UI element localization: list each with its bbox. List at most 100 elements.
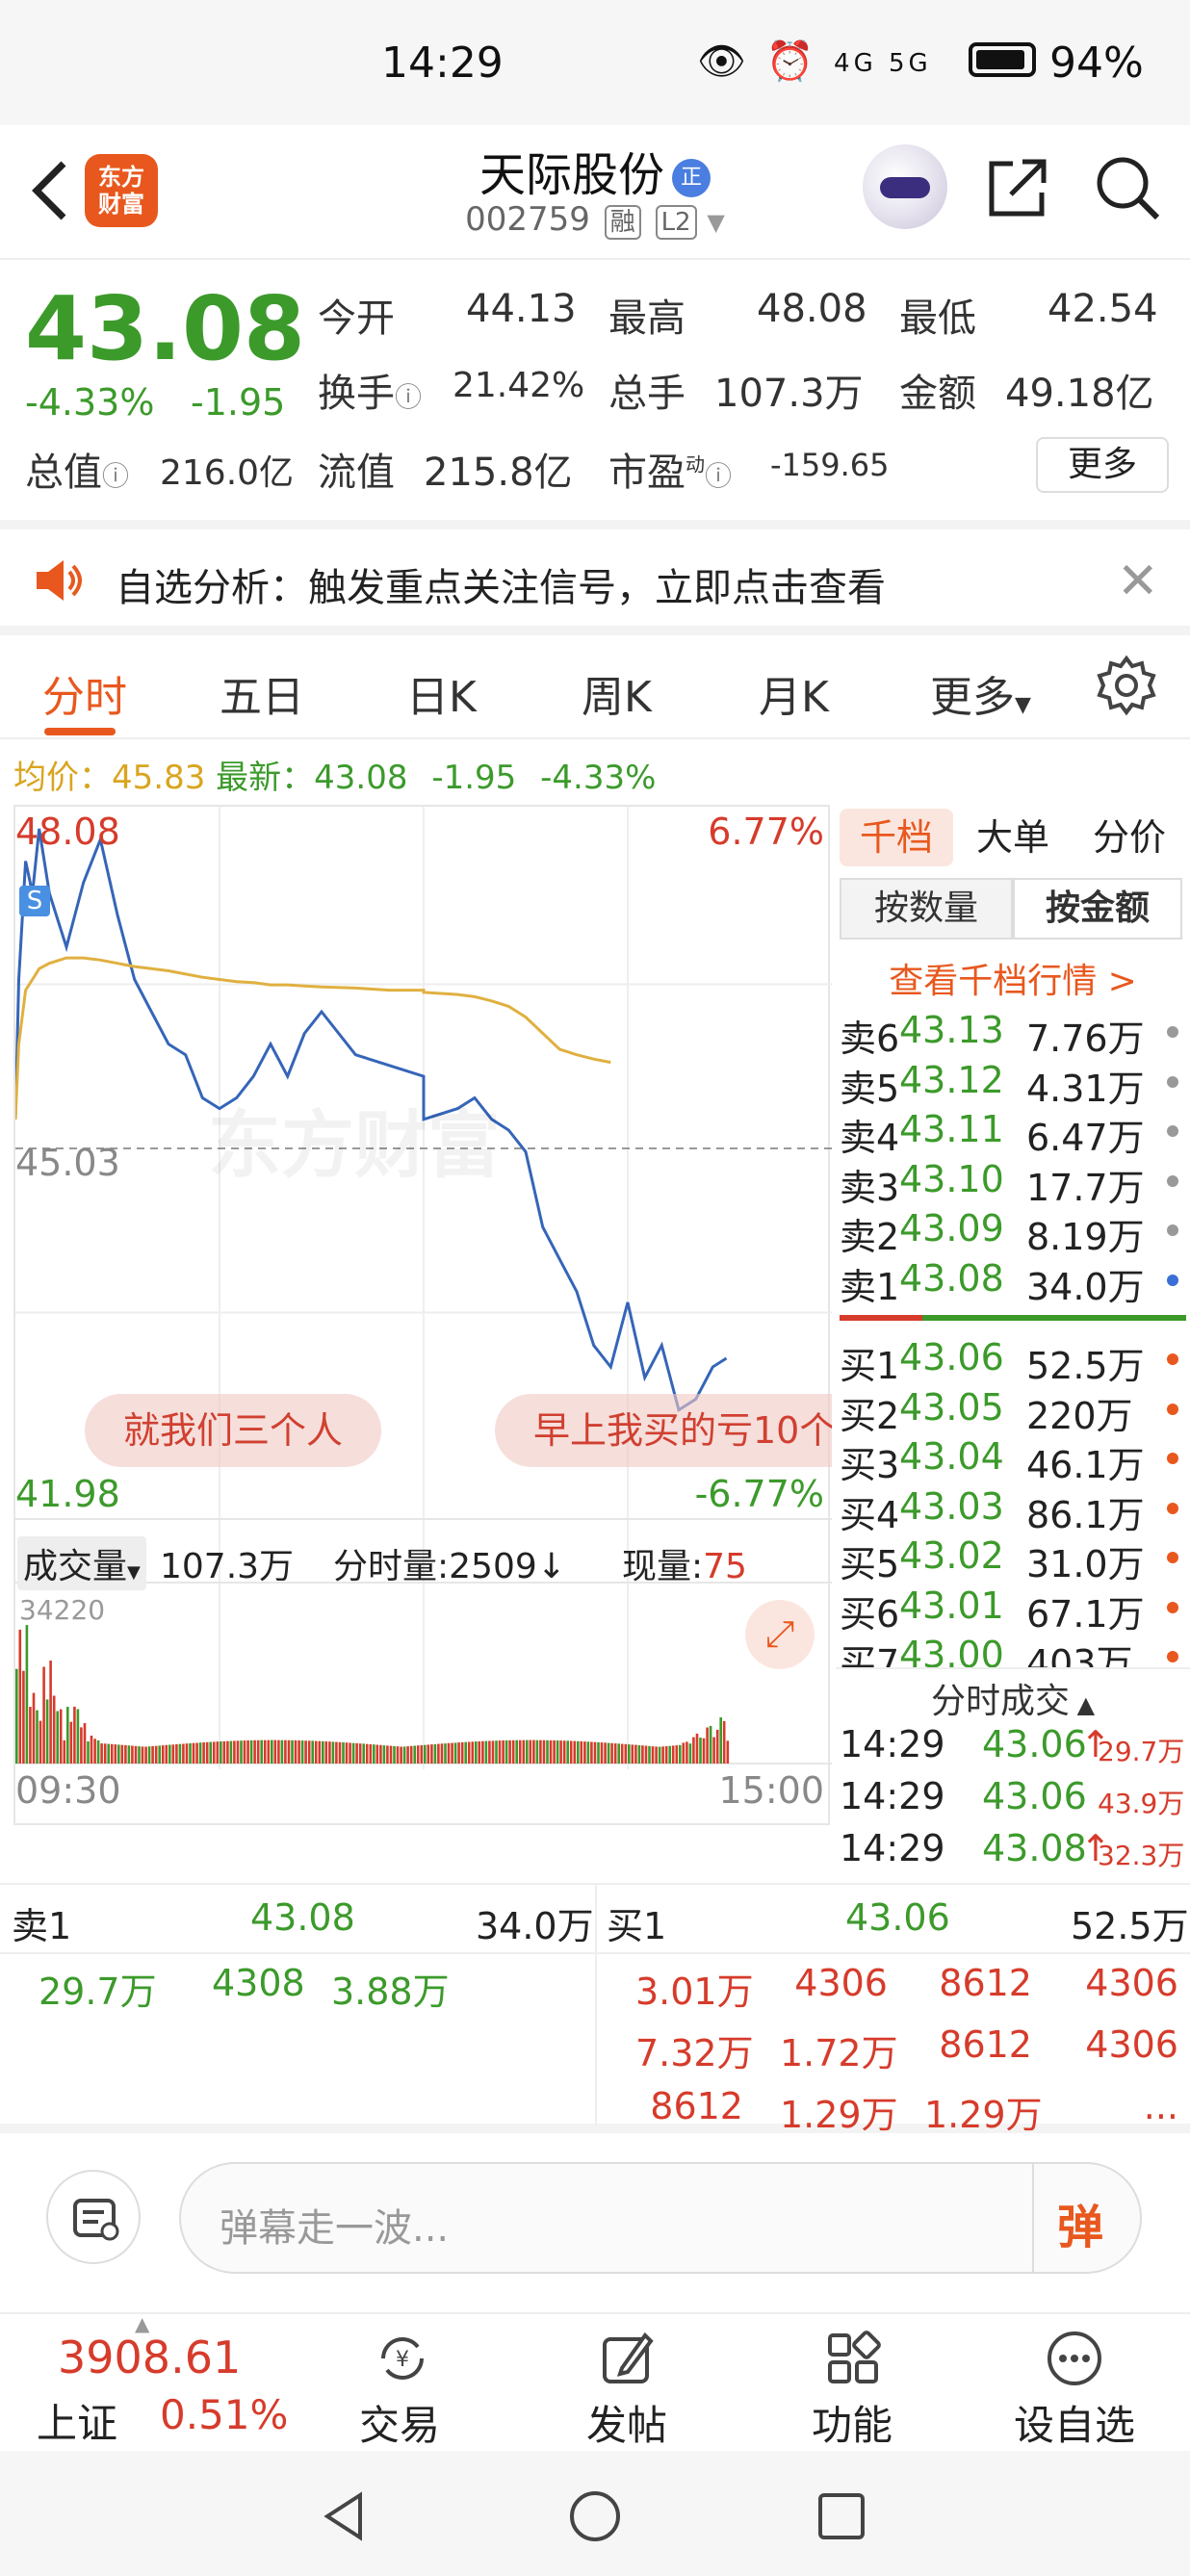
tick-time: 14:29 <box>840 1723 945 1765</box>
bid-amount: 67.1万 <box>1026 1592 1145 1636</box>
volume-bar <box>400 1746 402 1764</box>
pe-value: -159.65 <box>770 447 890 483</box>
bid-row[interactable]: 买5 43.02 31.0万 <box>840 1534 1186 1585</box>
volume-bar <box>277 1739 280 1764</box>
volume-bar <box>338 1741 342 1764</box>
bid-row[interactable]: 买6 43.01 67.1万 <box>840 1584 1186 1636</box>
more-button[interactable]: 更多 <box>1036 437 1169 493</box>
sell-queue-item: 3.88万 <box>331 1971 450 2013</box>
volume-bar <box>593 1741 597 1764</box>
volume-bar <box>324 1741 328 1764</box>
share-icon[interactable] <box>984 154 1051 221</box>
volume-bar <box>222 1740 226 1764</box>
pe-sup: 动 <box>686 452 705 477</box>
volume-bar <box>291 1739 294 1764</box>
buy-queue-item: 4306 <box>1085 1962 1178 2004</box>
volume-bar <box>542 1739 546 1764</box>
alert-label: 自选分析： <box>116 566 308 610</box>
volume-bar <box>573 1740 577 1764</box>
quote-panel: 43.08 -4.33% -1.95 今开 44.13 最高 48.08 最低 … <box>0 260 1190 520</box>
expand-icon[interactable]: ⤢ <box>745 1600 815 1669</box>
volume-bar <box>151 1746 154 1764</box>
volume-bar <box>620 1743 624 1764</box>
stock-code-row[interactable]: 002759 融 L2 ▼ <box>366 200 824 240</box>
status-dot-icon <box>1167 1651 1178 1662</box>
bid-row[interactable]: 买4 43.03 86.1万 <box>840 1484 1186 1536</box>
buy-queue-item: 8612 <box>939 2023 1032 2066</box>
volume-bar <box>539 1739 542 1764</box>
bid-row[interactable]: 买2 43.05 220万 <box>840 1386 1186 1437</box>
info-icon[interactable]: ⓘ <box>705 460 732 492</box>
volume-bar <box>124 1744 127 1764</box>
assistant-bot-icon[interactable] <box>863 144 947 229</box>
tab-more[interactable]: 更多▼ <box>930 662 1031 724</box>
info-icon[interactable]: ⓘ <box>102 460 129 492</box>
volume-bar <box>331 1741 335 1764</box>
volume-bar <box>726 1740 730 1764</box>
send-danmu-button[interactable]: 弹 <box>1057 2189 1103 2256</box>
volume-bar <box>249 1739 253 1764</box>
chart-tabs: 分时 五日 日K 周K 月K 更多▼ <box>0 626 1190 739</box>
buy-queue-item: 8612 <box>939 1962 1032 2004</box>
volume-bar <box>36 1710 39 1764</box>
danmu-settings-icon[interactable] <box>46 2170 141 2264</box>
tick-row: 14:29 43.08 ↑ 32.3万 <box>840 1827 1186 1877</box>
intraday-chart[interactable]: 东方财富 S 48.08 6.77% 45.03 41.98 -6.77% 就我… <box>13 805 832 1825</box>
nav-post[interactable]: 发帖 <box>574 2324 680 2449</box>
volume-bar <box>699 1738 702 1764</box>
status-dot-icon <box>1167 1502 1178 1514</box>
gear-icon[interactable] <box>1096 655 1157 716</box>
time-end-label: 15:00 <box>718 1769 824 1812</box>
volume-toolbar: 成交量▼ 107.3万 分时量:2509↓ 现量:75 <box>15 1529 832 1590</box>
volume-bar <box>273 1739 277 1764</box>
alert-banner[interactable]: 自选分析：触发重点关注信号，立即点击查看 ✕ <box>0 520 1190 626</box>
eye-icon: 👁 <box>697 39 750 84</box>
close-icon[interactable]: ✕ <box>1117 553 1159 610</box>
recents-square-icon[interactable] <box>816 2491 867 2541</box>
volume-bar <box>686 1741 688 1764</box>
volume-bar <box>59 1709 63 1764</box>
tab-weekly-k[interactable]: 周K <box>582 662 652 724</box>
bid-price: 43.03 <box>899 1484 1004 1528</box>
bid-row[interactable]: 买1 43.06 52.5万 <box>840 1336 1186 1387</box>
y-bottom-label: 41.98 <box>15 1473 120 1515</box>
chevron-left-icon[interactable] <box>23 152 81 229</box>
index-ticker[interactable]: ▲ 3908.61 上证 0.51% <box>0 2312 288 2453</box>
volume-bar <box>433 1743 437 1764</box>
volume-bar <box>389 1745 393 1764</box>
search-icon[interactable] <box>1094 154 1161 221</box>
volume-bar <box>613 1743 617 1764</box>
app-logo[interactable]: 东方 财富 <box>85 154 158 227</box>
status-dot-icon <box>1167 1453 1178 1464</box>
volume-bar <box>535 1739 539 1764</box>
volume-bar <box>447 1742 451 1764</box>
volume-bar <box>267 1739 271 1764</box>
tab-five-day[interactable]: 五日 <box>220 662 304 724</box>
danmu-input[interactable]: 弹幕走一波... 弹 <box>179 2162 1142 2274</box>
nav-trade[interactable]: ¥ 交易 <box>347 2324 453 2449</box>
status-time: 14:29 <box>381 39 504 88</box>
info-icon[interactable]: ⓘ <box>395 381 422 413</box>
volume-bar <box>362 1743 365 1764</box>
tab-daily-k[interactable]: 日K <box>406 662 477 724</box>
s-marker[interactable]: S <box>19 886 50 916</box>
indicator-selector[interactable]: 成交量▼ <box>17 1536 146 1590</box>
buy-queue-item: 7.32万 <box>635 2032 754 2074</box>
danmu-bubble[interactable]: 就我们三个人 <box>85 1394 382 1467</box>
back-triangle-icon[interactable] <box>320 2489 368 2543</box>
danmu-bubble[interactable]: 早上我买的亏10个 <box>495 1394 832 1467</box>
stock-title[interactable]: 天际股份正 <box>366 137 824 204</box>
signal-icon: 4G 5G <box>834 49 932 78</box>
nav-add-watchlist[interactable]: 设自选 <box>1007 2324 1142 2449</box>
bid-row[interactable]: 买3 43.04 46.1万 <box>840 1435 1186 1486</box>
ticks-title[interactable]: 分时成交 ▲ <box>836 1673 1190 1723</box>
volume-bar <box>715 1729 719 1764</box>
bid-row[interactable]: 买7 43.00 403万 <box>840 1634 1186 1667</box>
tab-monthly-k[interactable]: 月K <box>759 662 829 724</box>
volume-bar <box>471 1741 475 1764</box>
volume-bar <box>504 1739 508 1764</box>
home-circle-icon[interactable] <box>568 2489 622 2543</box>
volume-bar <box>658 1746 661 1764</box>
nav-functions[interactable]: 功能 <box>799 2324 905 2449</box>
tab-intraday[interactable]: 分时 <box>42 662 127 724</box>
